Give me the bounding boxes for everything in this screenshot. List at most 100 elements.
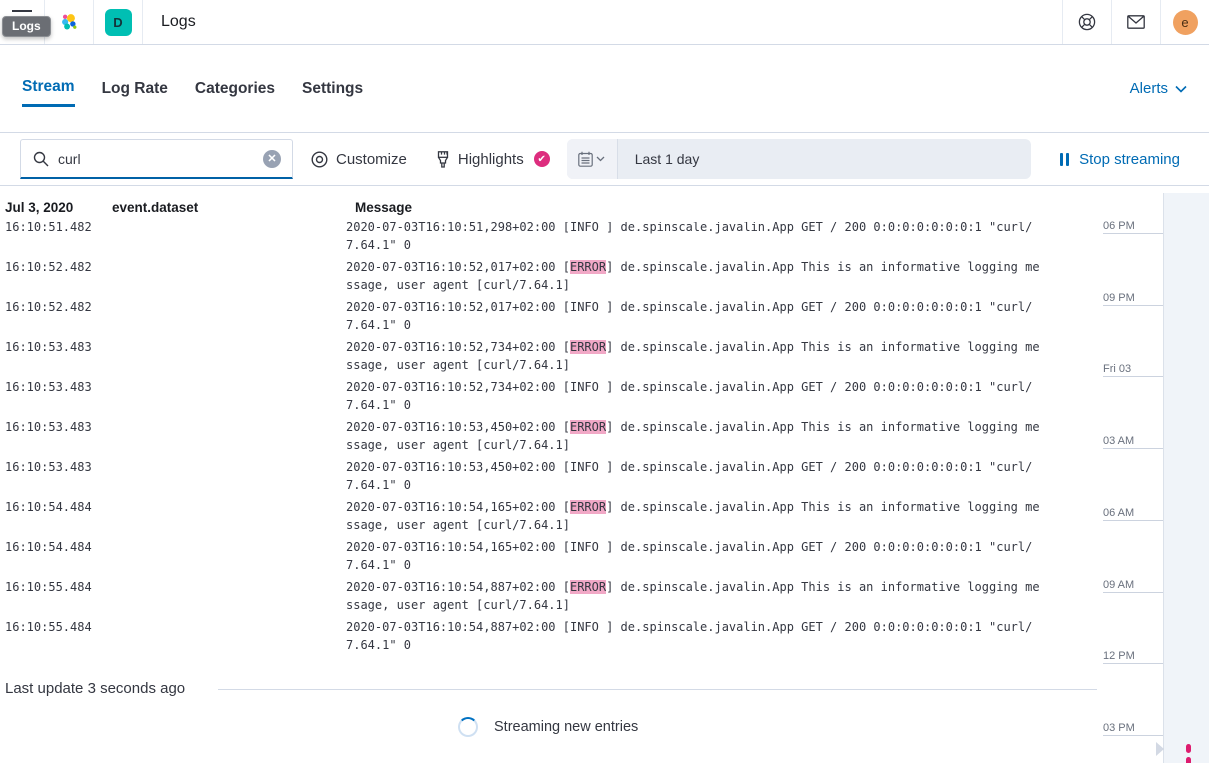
log-level-token: ERROR: [570, 260, 606, 274]
log-row[interactable]: 16:10:51.482 2020-07-03T16:10:51,298+02:…: [0, 216, 1100, 256]
streaming-label: Streaming new entries: [494, 719, 638, 735]
help-button[interactable]: [1063, 0, 1111, 44]
log-row-dataset: [112, 498, 341, 536]
alerts-label: Alerts: [1130, 80, 1168, 97]
log-row-timestamp: 16:10:55.484: [0, 618, 112, 656]
log-level-token: ERROR: [570, 500, 606, 514]
quick-select-button[interactable]: [567, 139, 618, 179]
tab-stream[interactable]: Stream: [22, 70, 75, 107]
log-row-dataset: [112, 258, 341, 296]
stream-toolbar: ✕ Customize Highlights ✔: [0, 133, 1209, 186]
log-row-timestamp: 16:10:52.482: [0, 258, 112, 296]
log-row-dataset: [112, 578, 341, 616]
log-row-message: 2020-07-03T16:10:53,450+02:00 [INFO ] de…: [341, 458, 1044, 496]
timeline-position-arrow-icon: [1156, 742, 1164, 756]
pause-icon: [1060, 153, 1069, 166]
log-level-token: INFO: [570, 300, 606, 314]
log-level-token: INFO: [570, 220, 606, 234]
timeline-tick-label: 12 PM: [1103, 650, 1163, 664]
customize-label: Customize: [336, 151, 407, 168]
user-menu-button[interactable]: e: [1161, 0, 1209, 44]
tab-categories[interactable]: Categories: [195, 72, 275, 106]
log-row-message: 2020-07-03T16:10:51,298+02:00 [INFO ] de…: [341, 218, 1044, 256]
log-row[interactable]: 16:10:53.483 2020-07-03T16:10:52,734+02:…: [0, 376, 1100, 416]
timeline-minimap: 06 PM 09 PM Fri 03 03 AM 06 AM 09 AM 12 PM 03 P…: [1100, 186, 1209, 763]
log-row-timestamp: 16:10:51.482: [0, 218, 112, 256]
log-row[interactable]: 16:10:54.484 2020-07-03T16:10:54,165+02:…: [0, 536, 1100, 576]
log-row-dataset: [112, 418, 341, 456]
timeline-tick-label: 09 PM: [1103, 292, 1163, 306]
log-row-dataset: [112, 458, 341, 496]
log-row[interactable]: 16:10:55.484 2020-07-03T16:10:54,887+02:…: [0, 576, 1100, 616]
tabs-bar: Stream Log Rate Categories Settings Aler…: [0, 45, 1209, 133]
time-range-value[interactable]: Last 1 day: [618, 151, 700, 167]
log-row-timestamp: 16:10:52.482: [0, 298, 112, 336]
timeline-tick-label: 06 PM: [1103, 220, 1163, 234]
log-row-dataset: [112, 338, 341, 376]
timeline-tick-label: 09 AM: [1103, 579, 1163, 593]
log-row-message: 2020-07-03T16:10:54,887+02:00 [ERROR] de…: [341, 578, 1044, 616]
log-row-message: 2020-07-03T16:10:53,450+02:00 [ERROR] de…: [341, 418, 1044, 456]
log-row-dataset: [112, 218, 341, 256]
newsfeed-button[interactable]: [1112, 0, 1160, 44]
timeline-tick-label: 03 PM: [1103, 722, 1163, 736]
log-row-timestamp: 16:10:53.483: [0, 378, 112, 416]
log-row-dataset: [112, 538, 341, 576]
stop-streaming-button[interactable]: Stop streaming: [1060, 151, 1180, 168]
log-row-dataset: [112, 618, 341, 656]
deployment-badge-letter: D: [105, 9, 132, 36]
log-row-timestamp: 16:10:53.483: [0, 338, 112, 376]
timeline-tick-label: Fri 03: [1103, 363, 1163, 377]
deployment-badge[interactable]: D: [94, 0, 142, 44]
log-stream-main: 16:10:51.482 2020-07-03T16:10:51,298+02:…: [0, 186, 1209, 763]
log-row-timestamp: 16:10:54.484: [0, 538, 112, 576]
eye-icon: [311, 151, 328, 168]
log-level-token: INFO: [570, 620, 606, 634]
alerts-dropdown[interactable]: Alerts: [1130, 80, 1187, 97]
timeline-density-panel[interactable]: [1163, 193, 1209, 763]
log-row-message: 2020-07-03T16:10:52,017+02:00 [INFO ] de…: [341, 298, 1044, 336]
log-row[interactable]: 16:10:53.483 2020-07-03T16:10:53,450+02:…: [0, 416, 1100, 456]
search-icon: [33, 151, 49, 167]
tab-settings[interactable]: Settings: [302, 72, 363, 106]
log-level-token: ERROR: [570, 340, 606, 354]
search-input[interactable]: [58, 151, 263, 167]
help-lifebuoy-icon: [1078, 13, 1096, 31]
log-row-timestamp: 16:10:53.483: [0, 418, 112, 456]
time-range-picker: Last 1 day: [567, 139, 1031, 179]
log-row[interactable]: 16:10:55.484 2020-07-03T16:10:54,887+02:…: [0, 616, 1100, 656]
log-row-message: 2020-07-03T16:10:52,734+02:00 [INFO ] de…: [341, 378, 1044, 416]
timeline-tick-label: 06 AM: [1103, 507, 1163, 521]
log-row[interactable]: 16:10:53.483 2020-07-03T16:10:52,734+02:…: [0, 336, 1100, 376]
mail-icon: [1127, 13, 1145, 31]
customize-button[interactable]: Customize: [311, 151, 407, 168]
timeline-tick-label: 03 AM: [1103, 435, 1163, 449]
column-header-message: Message: [341, 200, 1100, 215]
logs-app: Logs D Logs: [0, 0, 1209, 763]
log-rows: 16:10:51.482 2020-07-03T16:10:51,298+02:…: [0, 216, 1100, 656]
timeline-entry-marker: [1186, 757, 1191, 763]
clear-search-button[interactable]: ✕: [263, 150, 281, 168]
table-header: Jul 3, 2020 event.dataset Message: [0, 186, 1100, 222]
elastic-logo[interactable]: [45, 0, 93, 44]
log-row[interactable]: 16:10:54.484 2020-07-03T16:10:54,165+02:…: [0, 496, 1100, 536]
search-box: ✕: [20, 139, 293, 179]
log-row[interactable]: 16:10:52.482 2020-07-03T16:10:52,017+02:…: [0, 256, 1100, 296]
log-level-token: ERROR: [570, 420, 606, 434]
log-level-token: INFO: [570, 460, 606, 474]
tab-log-rate[interactable]: Log Rate: [102, 72, 168, 106]
log-level-token: INFO: [570, 380, 606, 394]
highlights-button[interactable]: Highlights ✔: [436, 151, 550, 168]
stop-streaming-label: Stop streaming: [1079, 151, 1180, 168]
log-row[interactable]: 16:10:52.482 2020-07-03T16:10:52,017+02:…: [0, 296, 1100, 336]
log-row[interactable]: 16:10:53.483 2020-07-03T16:10:53,450+02:…: [0, 456, 1100, 496]
column-header-dataset: event.dataset: [112, 200, 341, 215]
log-row-message: 2020-07-03T16:10:54,165+02:00 [INFO ] de…: [341, 538, 1044, 576]
menu-tooltip: Logs: [2, 16, 51, 37]
timeline-entry-marker: [1186, 744, 1191, 753]
page-title: Logs: [161, 13, 196, 31]
log-row-timestamp: 16:10:55.484: [0, 578, 112, 616]
log-row-message: 2020-07-03T16:10:52,017+02:00 [ERROR] de…: [341, 258, 1044, 296]
brush-icon: [436, 151, 450, 168]
elastic-logo-icon: [60, 13, 78, 31]
